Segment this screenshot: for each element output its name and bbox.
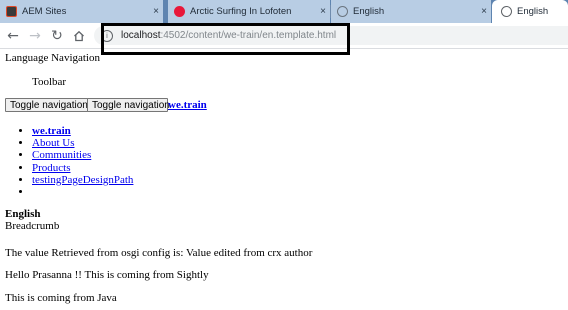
brand-link[interactable]: we.train [168,99,207,111]
toggle-navigation-button[interactable]: Toggle navigation [87,98,170,112]
globe-icon [337,6,348,17]
reload-icon: ↻ [51,27,63,44]
tab-title: English [517,6,549,17]
globe-icon [501,6,512,17]
toggle-navigation-button[interactable]: Toggle navigation [5,98,88,112]
list-item: Communities [32,149,133,161]
forward-arrow-icon: → [29,27,41,44]
tab-english[interactable]: English × [331,0,491,23]
home-button[interactable] [70,27,88,44]
language-navigation-label: Language Navigation [5,52,100,64]
nav-link-communities[interactable]: Communities [32,149,91,161]
current-language: English [5,208,41,220]
reload-button[interactable]: ↻ [48,27,66,44]
close-icon[interactable]: × [316,6,330,17]
forward-button[interactable]: → [26,27,44,44]
aem-icon [6,6,17,17]
aem-red-icon [174,6,185,17]
tab-aem-sites[interactable]: AEM Sites × [0,0,163,23]
nav-link-about-us[interactable]: About Us [32,137,74,149]
close-icon[interactable]: × [149,6,163,17]
tab-english-active[interactable]: English [492,0,568,23]
osgi-config-text: The value Retrieved from osgi config is:… [5,247,313,259]
tab-arctic-surfing[interactable]: Arctic Surfing In Lofoten × [168,0,330,23]
list-item-empty [32,186,133,198]
tab-title: AEM Sites [22,6,67,17]
list-item: About Us [32,137,133,149]
sightly-text: Hello Prasanna !! This is coming from Si… [5,269,209,281]
breadcrumb: Breadcrumb [5,220,60,232]
nav-link-we-train[interactable]: we.train [32,125,71,137]
back-button[interactable]: ← [4,27,22,44]
tab-title: English [353,6,385,17]
java-text: This is coming from Java [5,292,117,304]
url-highlight-box [101,23,350,55]
back-arrow-icon: ← [7,27,19,44]
tab-strip: AEM Sites × Arctic Surfing In Lofoten × … [0,0,568,23]
list-item: testingPageDesignPath [32,174,133,186]
home-icon [74,30,84,41]
list-item: Products [32,162,133,174]
tab-title: Arctic Surfing In Lofoten [190,6,292,17]
nav-link-products[interactable]: Products [32,162,71,174]
toolbar-label: Toolbar [32,76,67,88]
list-item: we.train [32,125,133,137]
main-nav-list: we.train About Us Communities Products t… [0,125,133,198]
close-icon[interactable]: × [477,6,491,17]
nav-link-testing-page-design-path[interactable]: testingPageDesignPath [32,174,133,186]
